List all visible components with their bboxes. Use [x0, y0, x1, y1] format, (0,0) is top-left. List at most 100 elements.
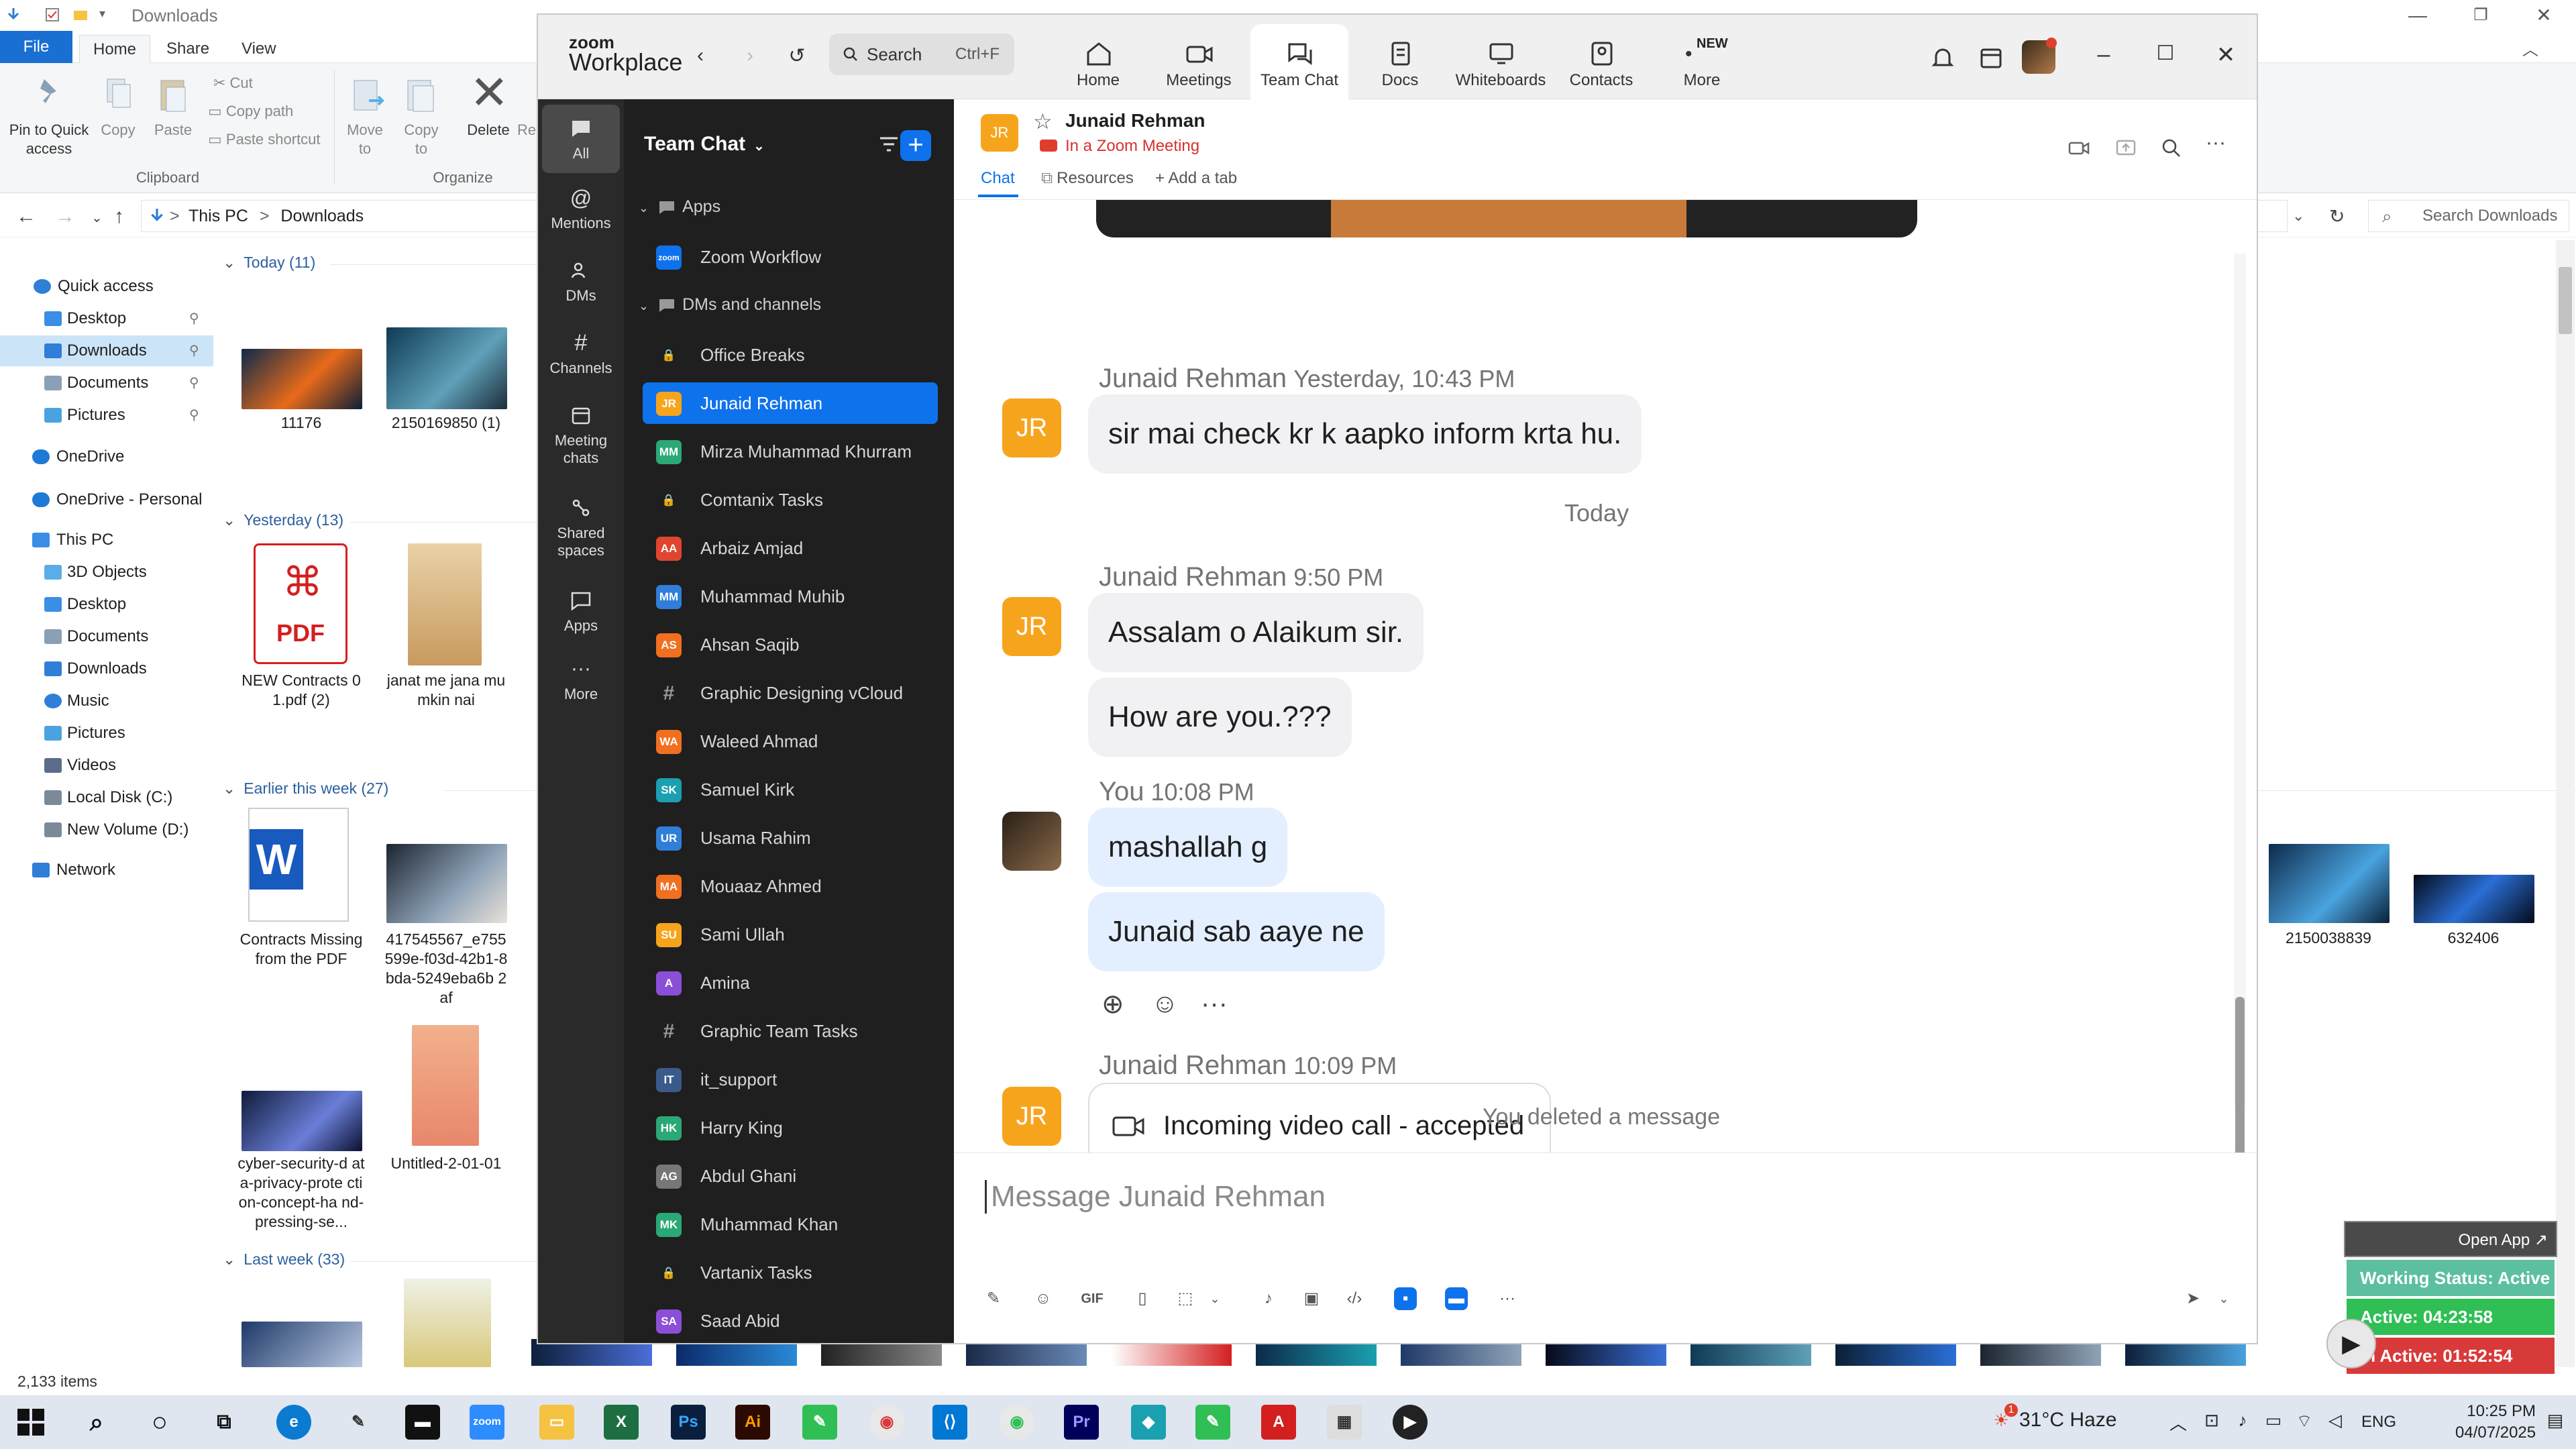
gif-button[interactable]: GIF — [1072, 1287, 1112, 1310]
avatar[interactable]: JR — [1002, 398, 1061, 458]
sender-name[interactable]: Junaid Rehman — [1099, 1051, 1287, 1080]
list-item[interactable]: WA Waleed Ahmad — [643, 720, 938, 762]
tracker-app-icon[interactable]: ✎ — [802, 1405, 837, 1440]
clock[interactable]: 10:25 PM 04/07/2025 — [2455, 1401, 2536, 1444]
nav-quick-access[interactable]: Quick access — [0, 271, 213, 302]
paste-button[interactable]: Paste — [149, 121, 197, 140]
video-message-icon[interactable]: ▣ — [1300, 1287, 1323, 1310]
rail-mentions[interactable]: @ Mentions — [542, 178, 620, 246]
code-icon[interactable]: ‹/› — [1343, 1287, 1366, 1310]
nav-downloads-2[interactable]: Downloads — [0, 653, 213, 684]
recent-locations-icon[interactable]: ⌄ — [91, 209, 103, 226]
file-thumbnail[interactable] — [1401, 1339, 1521, 1366]
rail-meeting-chats[interactable]: Meeting chats — [542, 396, 620, 482]
cortana-icon[interactable]: ○ — [142, 1405, 177, 1440]
rename-button[interactable]: Re — [517, 121, 537, 140]
device-icon[interactable]: ⊡ — [2200, 1410, 2223, 1433]
dms-group-header[interactable]: ⌄ DMs and channels — [639, 295, 821, 315]
list-item[interactable]: SA Saad Abid — [643, 1300, 938, 1342]
tab-resources[interactable]: ⧉ Resources — [1041, 169, 1134, 188]
input-language[interactable]: ENG — [2361, 1413, 2396, 1432]
file-name[interactable]: 2150038839 — [2265, 928, 2392, 948]
search-downloads-input[interactable]: ⌕ Search Downloads — [2368, 200, 2569, 232]
zoom-icon[interactable]: zoom — [470, 1405, 504, 1440]
edge-icon[interactable]: e — [276, 1405, 311, 1440]
send-options-icon[interactable]: ⌄ — [2212, 1287, 2235, 1310]
nav-music[interactable]: Music — [0, 686, 213, 716]
rail-apps[interactable]: Apps — [542, 581, 620, 648]
more-actions-icon[interactable]: ··· — [1201, 989, 1228, 1019]
nav-pictures-2[interactable]: Pictures — [0, 718, 213, 749]
calculator-icon[interactable]: ▦ — [1327, 1405, 1362, 1440]
file-thumbnail[interactable] — [2125, 1339, 2246, 1366]
file-thumbnail[interactable] — [241, 1091, 362, 1151]
file-thumbnail[interactable] — [1111, 1339, 1232, 1366]
qa-dropdown-icon[interactable]: ▾ — [99, 7, 115, 23]
file-thumbnail[interactable] — [408, 543, 482, 665]
file-name[interactable]: 417545567_e755 599e-f03d-42b1-8bda-5249e… — [382, 930, 510, 1008]
file-thumbnail[interactable] — [821, 1339, 942, 1366]
my-avatar[interactable] — [1002, 812, 1061, 871]
tab-contacts[interactable]: Contacts — [1552, 24, 1650, 99]
show-hidden-icons[interactable]: ︿ — [2167, 1410, 2190, 1434]
file-thumbnail[interactable] — [386, 327, 507, 409]
file-name[interactable]: Contracts Missing from the PDF — [237, 930, 365, 969]
notifications-icon[interactable]: ▤ — [2544, 1410, 2567, 1433]
address-dropdown-icon[interactable]: ⌄ — [2292, 201, 2304, 231]
explorer-scrollbar[interactable] — [2556, 240, 2575, 1367]
tab-home[interactable]: Home — [79, 35, 151, 63]
tracker-app-icon[interactable]: ✎ — [1195, 1405, 1230, 1440]
acrobat-icon[interactable]: A — [1261, 1405, 1296, 1440]
ribbon-collapse-icon[interactable]: ︿ — [2522, 36, 2538, 60]
pin-to-quick-access-button[interactable]: Pin to Quick access — [4, 121, 94, 158]
pen-icon[interactable]: ✎ — [341, 1405, 376, 1440]
vscode-icon[interactable]: ⟨⟩ — [932, 1405, 967, 1440]
file-thumbnail[interactable] — [676, 1339, 797, 1366]
emoji-reaction-icon[interactable]: ☺ — [1151, 989, 1179, 1019]
shared-image-preview[interactable] — [1096, 200, 1917, 237]
file-thumbnail[interactable] — [412, 1025, 479, 1146]
file-name[interactable]: 2150169850 (1) — [382, 413, 510, 433]
calendar-icon[interactable] — [1978, 44, 2004, 71]
back-button[interactable]: ‹ — [687, 44, 714, 101]
file-thumbnail[interactable] — [1980, 1339, 2101, 1366]
nav-desktop[interactable]: Desktop ⚲ — [0, 303, 213, 334]
scrollbar-thumb[interactable] — [2559, 267, 2572, 334]
volume-icon[interactable]: ◁ — [2324, 1410, 2347, 1433]
copy-path-button[interactable]: ▭ Copy path — [208, 102, 293, 121]
chat-avatar[interactable]: JR — [981, 114, 1018, 152]
file-thumbnail[interactable] — [404, 1279, 491, 1367]
message-composer[interactable]: Message Junaid Rehman ✎ ☺ GIF ▯ ⬚ ⌄ ♪ ▣ … — [954, 1152, 2257, 1343]
microphone-icon[interactable]: ♪ — [1257, 1287, 1280, 1310]
pdf-file-icon[interactable]: ⌘ PDF — [254, 543, 347, 664]
minimize-button[interactable]: — — [2398, 5, 2438, 25]
group-yesterday[interactable]: ⌄ Yesterday (13) — [223, 511, 343, 529]
video-call-icon[interactable] — [2068, 137, 2090, 160]
star-icon[interactable]: ☆ — [1033, 109, 1053, 134]
scrollbar-thumb[interactable] — [2235, 997, 2245, 1158]
list-item[interactable]: JR Junaid Rehman — [643, 382, 938, 424]
message-bubble[interactable]: Assalam o Alaikum sir. — [1088, 593, 1424, 672]
format-icon[interactable]: ✎ — [982, 1287, 1005, 1310]
microphone-icon[interactable]: ♪ — [2231, 1410, 2254, 1433]
filter-icon[interactable] — [877, 133, 900, 156]
tab-view[interactable]: View — [228, 35, 290, 63]
list-item[interactable]: SK Samuel Kirk — [643, 769, 938, 810]
file-thumbnail[interactable] — [1256, 1339, 1377, 1366]
message-bubble[interactable]: How are you.??? — [1088, 678, 1352, 757]
windows-start-icon[interactable] — [16, 1407, 46, 1437]
nav-this-pc[interactable]: This PC — [0, 525, 213, 555]
minimize-button[interactable]: – — [2088, 42, 2120, 68]
chat-scrollbar[interactable] — [2234, 254, 2246, 1158]
paste-shortcut-button[interactable]: ▭ Paste shortcut — [208, 130, 321, 149]
media-player-icon[interactable]: ▶ — [1393, 1405, 1428, 1440]
file-thumbnail[interactable] — [2269, 844, 2390, 923]
call-card[interactable]: Incoming video call - accepted — [1088, 1083, 1551, 1152]
battery-icon[interactable]: ▭ — [2262, 1410, 2285, 1433]
word-file-icon[interactable]: W — [248, 808, 349, 922]
file-thumbnail[interactable] — [966, 1339, 1087, 1366]
file-name[interactable]: 632406 — [2410, 928, 2537, 948]
play-icon[interactable]: ▶ — [2326, 1319, 2376, 1368]
chrome-profile-icon[interactable]: ◉ — [1000, 1405, 1034, 1440]
open-app-button[interactable]: Open App ↗ — [2344, 1221, 2557, 1257]
